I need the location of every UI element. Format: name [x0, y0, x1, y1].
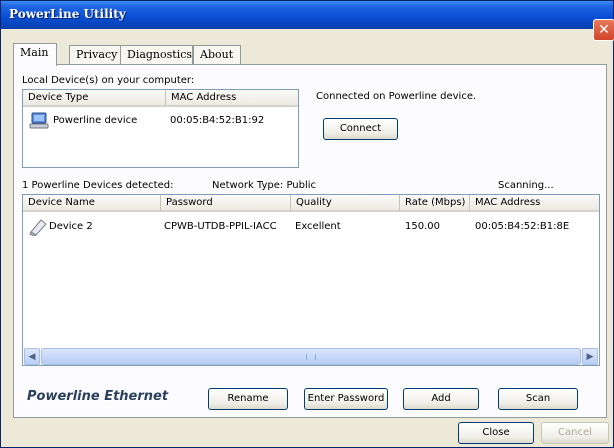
- powerline-utility-window: PowerLine Utility ✕ Main Privacy Diagnos…: [0, 0, 614, 448]
- tab-main[interactable]: Main: [13, 43, 57, 66]
- chevron-right-icon: ▶: [586, 351, 594, 361]
- rename-button[interactable]: Rename: [208, 388, 288, 410]
- tab-diagnostics[interactable]: Diagnostics: [120, 45, 193, 65]
- add-button[interactable]: Add: [403, 388, 479, 410]
- device-quality-cell: Excellent: [295, 221, 341, 232]
- main-tab-panel: Local Device(s) on your computer: Device…: [13, 64, 607, 418]
- chevron-left-icon: ◀: [28, 351, 36, 361]
- horizontal-scrollbar[interactable]: ◀ ▶: [24, 348, 598, 365]
- device-mac-cell: 00:05:B4:52:B1:8E: [475, 221, 570, 232]
- column-quality[interactable]: Quality: [291, 195, 400, 212]
- close-window-button[interactable]: ✕: [593, 19, 614, 41]
- column-mac-address[interactable]: MAC Address: [470, 195, 599, 212]
- enter-password-button[interactable]: Enter Password: [304, 388, 388, 410]
- title-bar[interactable]: PowerLine Utility: [1, 1, 613, 29]
- local-device-list[interactable]: Device Type MAC Address Powerline device…: [22, 89, 299, 168]
- computer-icon: [29, 112, 49, 133]
- cancel-button[interactable]: Cancel: [541, 422, 609, 444]
- connection-status: Connected on Powerline device.: [316, 91, 477, 102]
- local-device-mac: 00:05:B4:52:B1:92: [170, 115, 265, 126]
- tab-about[interactable]: About: [193, 45, 241, 65]
- powerline-device-list[interactable]: Device Name Password Quality Rate (Mbps)…: [22, 194, 600, 366]
- column-rate[interactable]: Rate (Mbps): [400, 195, 470, 212]
- scanning-status: Scanning...: [498, 180, 554, 191]
- window-title: PowerLine Utility: [9, 7, 126, 21]
- scrollbar-grip: [306, 354, 316, 360]
- network-type: Network Type: Public: [212, 180, 317, 191]
- column-password[interactable]: Password: [161, 195, 291, 212]
- column-device-type[interactable]: Device Type: [23, 90, 166, 107]
- scroll-left-button[interactable]: ◀: [24, 348, 40, 365]
- devices-detected-count: 1 Powerline Devices detected:: [22, 180, 174, 191]
- tab-privacy[interactable]: Privacy: [69, 45, 121, 65]
- scan-button[interactable]: Scan: [498, 388, 578, 410]
- column-device-name[interactable]: Device Name: [23, 195, 161, 212]
- column-local-mac[interactable]: MAC Address: [166, 90, 298, 107]
- powerline-adapter-icon: [28, 218, 48, 239]
- scrollbar-thumb[interactable]: [41, 348, 581, 365]
- powerline-ethernet-brand: Powerline Ethernet: [27, 389, 169, 404]
- local-devices-heading: Local Device(s) on your computer:: [22, 75, 195, 86]
- scroll-right-button[interactable]: ▶: [582, 348, 598, 365]
- device-rate-cell: 150.00: [405, 221, 440, 232]
- close-button[interactable]: Close: [458, 422, 534, 444]
- device-name-cell: Device 2: [49, 221, 93, 232]
- local-device-type: Powerline device: [53, 115, 138, 126]
- close-icon: ✕: [598, 21, 610, 37]
- connect-button[interactable]: Connect: [323, 118, 398, 140]
- device-password-cell: CPWB-UTDB-PPIL-IACC: [164, 221, 277, 232]
